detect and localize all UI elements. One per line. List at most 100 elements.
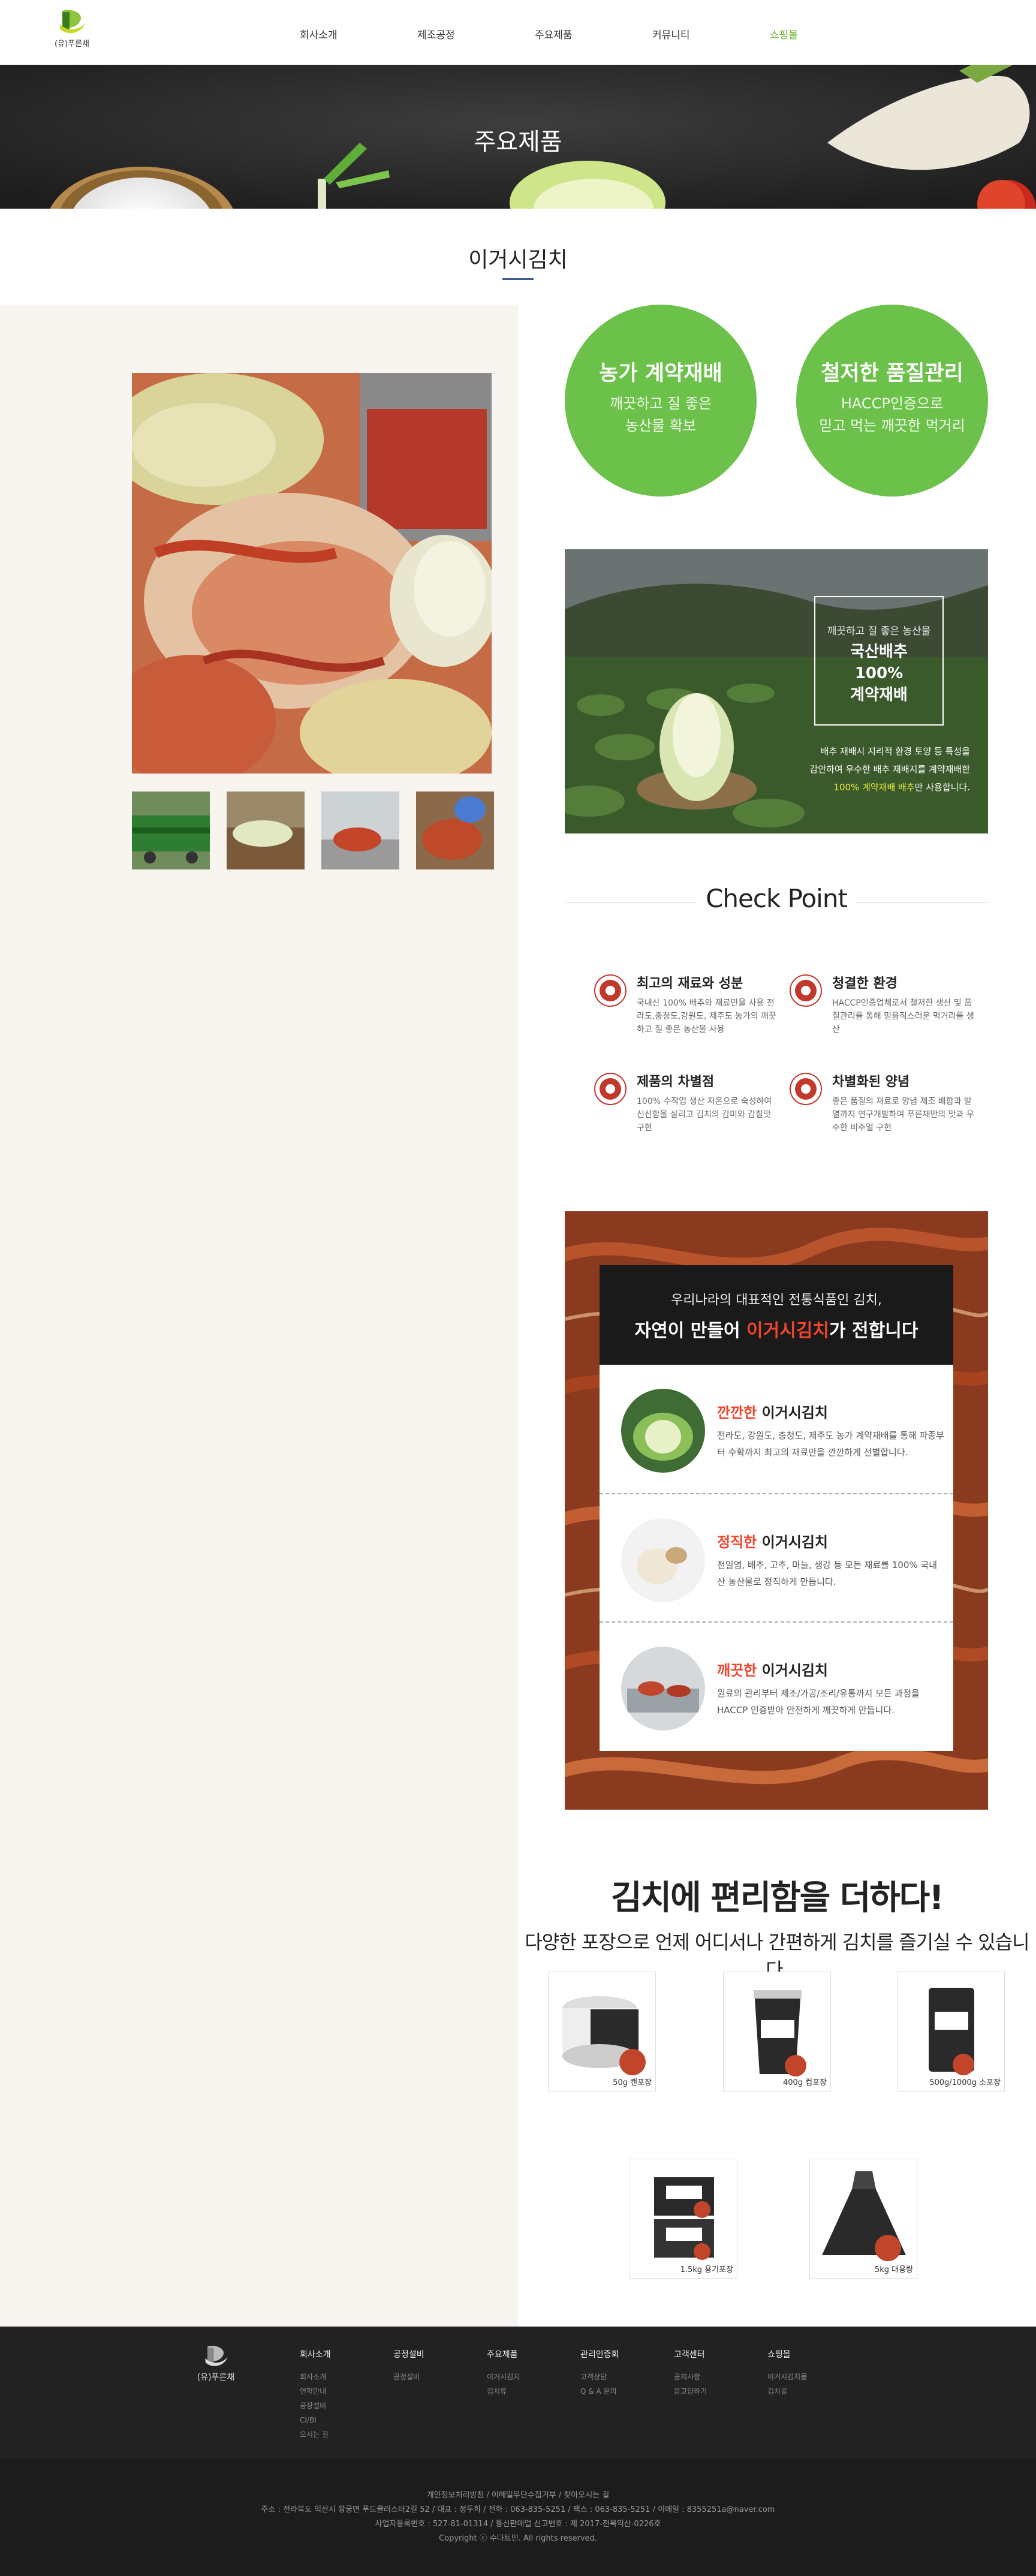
site-footer: (유)푸른채 회사소개 회사소개 연혁안내 공장설비 CI/BI 오시는 길 공… — [0, 2327, 1036, 2576]
footer-column-title[interactable]: 쇼핑몰 — [767, 2348, 845, 2360]
box-line: 국산배추 — [850, 643, 908, 661]
check-point-item: 최고의 재료와 성분 국내산 100% 배추와 재료만을 사용 전라도,충청도,… — [594, 973, 776, 1045]
convenience-title: 김치에 편리함을 더하다! — [611, 1879, 944, 1918]
site-header: (유)푸른채 회사소개 제조공정 주요제품 커뮤니티 쇼핑몰 — [0, 0, 1036, 65]
heading-text: 가 전합니다 — [829, 1320, 918, 1341]
product-can[interactable]: 50g 캔포장 — [548, 1972, 656, 2092]
bulk-package-image — [822, 2171, 906, 2261]
quality-seal-icon — [594, 1073, 627, 1105]
kimchi-features-list: 깐깐한 이거시김치 전라도, 강원도, 충청도, 제주도 농가 계약재배를 통해… — [600, 1365, 953, 1751]
logo-mark-icon — [60, 10, 85, 34]
main-product-photo[interactable] — [132, 373, 492, 774]
check-point-heading: 청결한 환경 — [832, 976, 898, 991]
footer-column: 공정설비 공정설비 — [393, 2348, 471, 2384]
kimchi-heading-line: 우리나라의 대표적인 전통식품인 김치, — [671, 1293, 882, 1308]
footer-column-title[interactable]: 주요제품 — [487, 2348, 565, 2360]
logo-text: (유)푸른채 — [55, 40, 89, 49]
feature-text: 믿고 먹는 깨끗한 먹거리 — [819, 417, 965, 434]
footer-column-title[interactable]: 관리인증회 — [580, 2348, 658, 2360]
kimchi-feature-desc: 원료의 관리부터 제조/가공/조리/유통까지 모든 과정을 HACCP 인증받아… — [717, 1688, 920, 1716]
check-point-item: 차별화된 양념 좋은 품질의 재료로 양념 제조 배합과 발열까지 연구개발하여… — [789, 1071, 974, 1143]
feature-text: 깨끗하고 질 좋은 — [610, 395, 712, 412]
footer-link[interactable]: 공장설비 — [300, 2399, 378, 2413]
container-package-image — [654, 2177, 714, 2260]
footer-column: 쇼핑몰 이거시김치몰 김치몰 — [767, 2348, 845, 2399]
field-caption: 배추 재배시 지리적 환경 토양 등 특성을 감안하여 우수한 배추 재배지를 … — [754, 742, 970, 796]
thumbnail-making[interactable] — [416, 792, 494, 869]
main-nav: 회사소개 제조공정 주요제품 커뮤니티 쇼핑몰 — [300, 26, 887, 41]
nav-item-company[interactable]: 회사소개 — [300, 26, 417, 41]
footer-column: 관리인증회 고객상담 Q & A 문의 — [580, 2348, 658, 2399]
heading-text: 자연이 만들어 — [634, 1320, 747, 1341]
feature-text: 농산물 확보 — [625, 417, 697, 434]
product-bulk[interactable]: 5kg 대용량 — [809, 2159, 917, 2279]
thumbnail-seasoning[interactable] — [321, 792, 399, 869]
footer-link[interactable]: 오시는 길 — [300, 2427, 378, 2442]
check-point-item: 제품의 차별점 100% 수작업 생산 저온으로 숙성하여 신선함을 살리고 김… — [594, 1071, 773, 1143]
kimchi-heading-main: 자연이 만들어 이거시김치가 전합니다 — [600, 1316, 953, 1342]
check-point-title: Check Point — [706, 884, 848, 913]
main-content: 농가 계약재배 깨끗하고 질 좋은 농산물 확보 철저한 품질관리 HACCP인… — [0, 305, 1036, 2327]
product-cup[interactable]: 400g 컵포장 — [723, 1972, 831, 2092]
check-point-heading: 최고의 재료와 성분 — [637, 976, 743, 991]
nav-item-products[interactable]: 주요제품 — [535, 26, 652, 41]
nav-item-shop[interactable]: 쇼핑몰 — [770, 26, 887, 41]
thumbnail-truck[interactable] — [132, 792, 210, 869]
contract-farming-box: 깨끗하고 질 좋은 농산물 국산배추 100% 계약재배 — [814, 596, 944, 726]
footer-logo[interactable]: (유)푸른채 — [180, 2345, 252, 2383]
box-caption: 깨끗하고 질 좋은 농산물 — [827, 625, 931, 637]
footer-link[interactable]: 고객상담 — [580, 2370, 658, 2384]
footer-link[interactable]: 회사소개 — [300, 2370, 378, 2384]
footer-column-title[interactable]: 회사소개 — [300, 2348, 378, 2360]
caption-line: 감안하여 우수한 배추 재배지를 계약재배한 — [809, 764, 970, 775]
thumbnail-washing[interactable] — [227, 792, 305, 869]
banner-title: 주요제품 — [474, 128, 562, 156]
kimchi-feature-title: 정직한 이거시김치 — [717, 1530, 828, 1551]
product-container[interactable]: 1.5kg 용기포장 — [630, 2159, 737, 2279]
product-label: 500g/1000g 소포장 — [929, 2078, 1001, 2087]
kimchi-promo-section: 우리나라의 대표적인 전통식품인 김치, 자연이 만들어 이거시김치가 전합니다… — [565, 1211, 988, 1810]
footer-link[interactable]: 이거시김치몰 — [767, 2370, 845, 2384]
kimchi-heading-box: 우리나라의 대표적인 전통식품인 김치, 자연이 만들어 이거시김치가 전합니다 — [600, 1265, 953, 1365]
footer-link[interactable]: 연혁안내 — [300, 2384, 378, 2399]
check-point-text: 좋은 품질의 재료로 양념 제조 배합과 발열까지 연구개발하여 푸른채만의 맛… — [832, 1097, 974, 1133]
footer-column: 주요제품 이거시김치 김치류 — [487, 2348, 565, 2399]
footer-link[interactable]: 묻고답하기 — [674, 2384, 752, 2399]
kimchi-feature-desc: 천일염, 배추, 고추, 마늘, 생강 등 모든 재료를 100% 국내산 농산… — [717, 1560, 938, 1587]
footer-nav: (유)푸른채 회사소개 회사소개 연혁안내 공장설비 CI/BI 오시는 길 공… — [0, 2327, 1036, 2458]
nav-item-community[interactable]: 커뮤니티 — [652, 26, 770, 41]
footer-link[interactable]: 이거시김치 — [487, 2370, 565, 2384]
footer-link[interactable]: 공정설비 — [393, 2370, 471, 2384]
site-logo[interactable]: (유)푸른채 — [48, 8, 96, 49]
footer-column: 회사소개 회사소개 연혁안내 공장설비 CI/BI 오시는 길 — [300, 2348, 378, 2442]
product-label: 1.5kg 용기포장 — [680, 2265, 733, 2274]
feature-highlight: 정직한 — [717, 1534, 757, 1551]
footer-link[interactable]: Q & A 문의 — [580, 2384, 658, 2399]
footer-policy-links[interactable]: 개인정보처리방침 / 이메일무단수집거부 / 찾아오시는 길 — [0, 2488, 1036, 2503]
footer-link[interactable]: 공지사항 — [674, 2370, 752, 2384]
feature-contract-farming: 농가 계약재배 깨끗하고 질 좋은 농산물 확보 — [565, 305, 757, 496]
kimchi-feature-row: 깐깐한 이거시김치 전라도, 강원도, 충청도, 제주도 농가 계약재배를 통해… — [600, 1365, 953, 1493]
factory-photo — [621, 1647, 705, 1731]
product-pouch[interactable]: 500g/1000g 소포장 — [897, 1972, 1005, 2092]
feature-highlight: 깐깐한 — [717, 1404, 757, 1421]
quality-seal-icon — [790, 1073, 822, 1105]
footer-column-title[interactable]: 공정설비 — [393, 2348, 471, 2360]
feature-text: HACCP인증으로 — [841, 395, 944, 412]
nav-item-process[interactable]: 제조공정 — [417, 26, 535, 41]
footer-link[interactable]: CI/BI — [300, 2413, 378, 2427]
check-point-text: 국내산 100% 배추와 재료만을 사용 전라도,충청도,강원도, 제주도 농가… — [637, 998, 776, 1034]
kimchi-feature-row: 정직한 이거시김치 천일염, 배추, 고추, 마늘, 생강 등 모든 재료를 1… — [600, 1493, 953, 1621]
caption-line: 배추 재배시 지리적 환경 토양 등 특성을 — [820, 746, 970, 757]
feature-highlight: 깨끗한 — [717, 1662, 757, 1679]
caption-highlight: 100% 계약재배 배추 — [833, 782, 915, 793]
footer-info: 개인정보처리방침 / 이메일무단수집거부 / 찾아오시는 길 주소 : 전라북도… — [0, 2488, 1036, 2546]
product-label: 400g 컵포장 — [782, 2078, 827, 2087]
hero-banner: 주요제품 — [0, 65, 1036, 209]
check-point-item: 청결한 환경 HACCP인증업체로서 철저한 생산 및 품질관리를 통해 믿음직… — [789, 973, 974, 1045]
kimchi-feature-title: 깐깐한 이거시김치 — [717, 1401, 828, 1422]
footer-column-title[interactable]: 고객센터 — [674, 2348, 752, 2360]
footer-link[interactable]: 김치몰 — [767, 2384, 845, 2399]
product-label: 5kg 대용량 — [874, 2265, 913, 2274]
footer-link[interactable]: 김치류 — [487, 2384, 565, 2399]
